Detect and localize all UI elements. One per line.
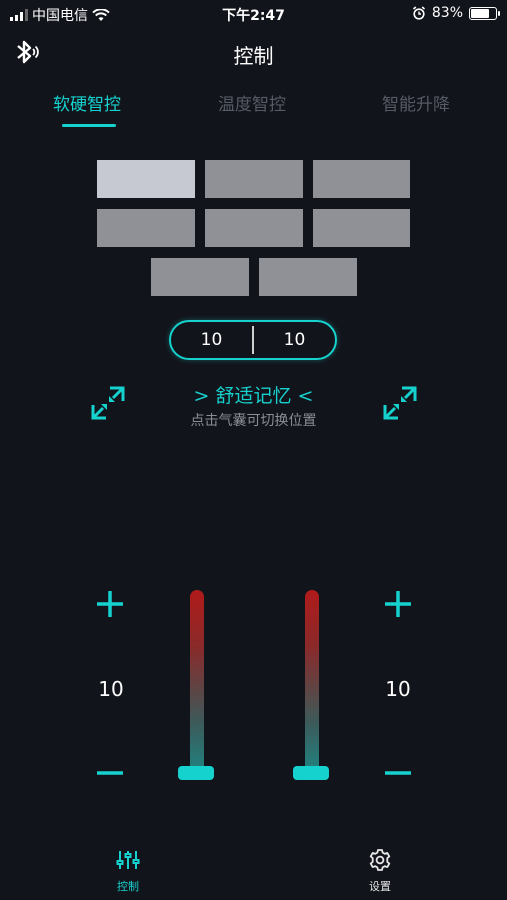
tab-temperature-control[interactable]: 温度智控	[218, 90, 286, 115]
right-slider-knob[interactable]	[293, 766, 329, 780]
right-plus-button[interactable]	[382, 588, 414, 620]
right-value: 10	[283, 330, 306, 350]
airbag-7[interactable]	[151, 258, 249, 296]
left-minus-button[interactable]	[94, 757, 126, 789]
tab-bar: 软硬智控 温度智控 智能升降	[0, 90, 507, 130]
airbag-5[interactable]	[205, 209, 303, 247]
tab-smart-lift[interactable]: 智能升降	[382, 90, 450, 115]
status-right: 83%	[412, 5, 500, 21]
bottom-tab-control-label: 控制	[117, 880, 139, 893]
left-plus-button[interactable]	[94, 588, 126, 620]
tab-soft-hard-control[interactable]: 软硬智控	[53, 90, 121, 115]
left-slider-track[interactable]	[190, 590, 204, 780]
right-minus-button[interactable]	[382, 757, 414, 789]
sliders-icon	[116, 851, 140, 869]
airbag-8[interactable]	[259, 258, 357, 296]
page-title: 控制	[233, 44, 274, 68]
airbag-2[interactable]	[205, 160, 303, 198]
airbag-3[interactable]	[313, 160, 410, 198]
bottom-tab-control[interactable]: 控制	[98, 848, 158, 894]
battery-icon	[469, 6, 500, 20]
left-slider-knob[interactable]	[178, 766, 214, 780]
left-level-value: 10	[98, 677, 124, 701]
status-bar: 中国电信 下午2:47 83%	[0, 0, 507, 28]
right-level-value: 10	[385, 677, 411, 701]
alarm-icon	[412, 6, 425, 20]
airbag-1[interactable]	[97, 160, 195, 198]
battery-fill	[471, 8, 489, 18]
comfort-memory-button[interactable]: > 舒适记忆 <	[0, 381, 507, 408]
bottom-tab-settings[interactable]: 设置	[350, 848, 410, 894]
value-display: 10 10	[169, 320, 337, 360]
airbag-6[interactable]	[313, 209, 410, 247]
airbag-hint: 点击气囊可切换位置	[190, 413, 317, 429]
gear-icon	[369, 849, 391, 871]
airbag-4[interactable]	[97, 209, 195, 247]
bottom-tab-settings-label: 设置	[369, 880, 391, 893]
tab-active-indicator	[62, 124, 116, 127]
left-value: 10	[200, 330, 223, 350]
right-slider-track[interactable]	[305, 590, 319, 780]
battery-percent: 83%	[431, 5, 463, 21]
